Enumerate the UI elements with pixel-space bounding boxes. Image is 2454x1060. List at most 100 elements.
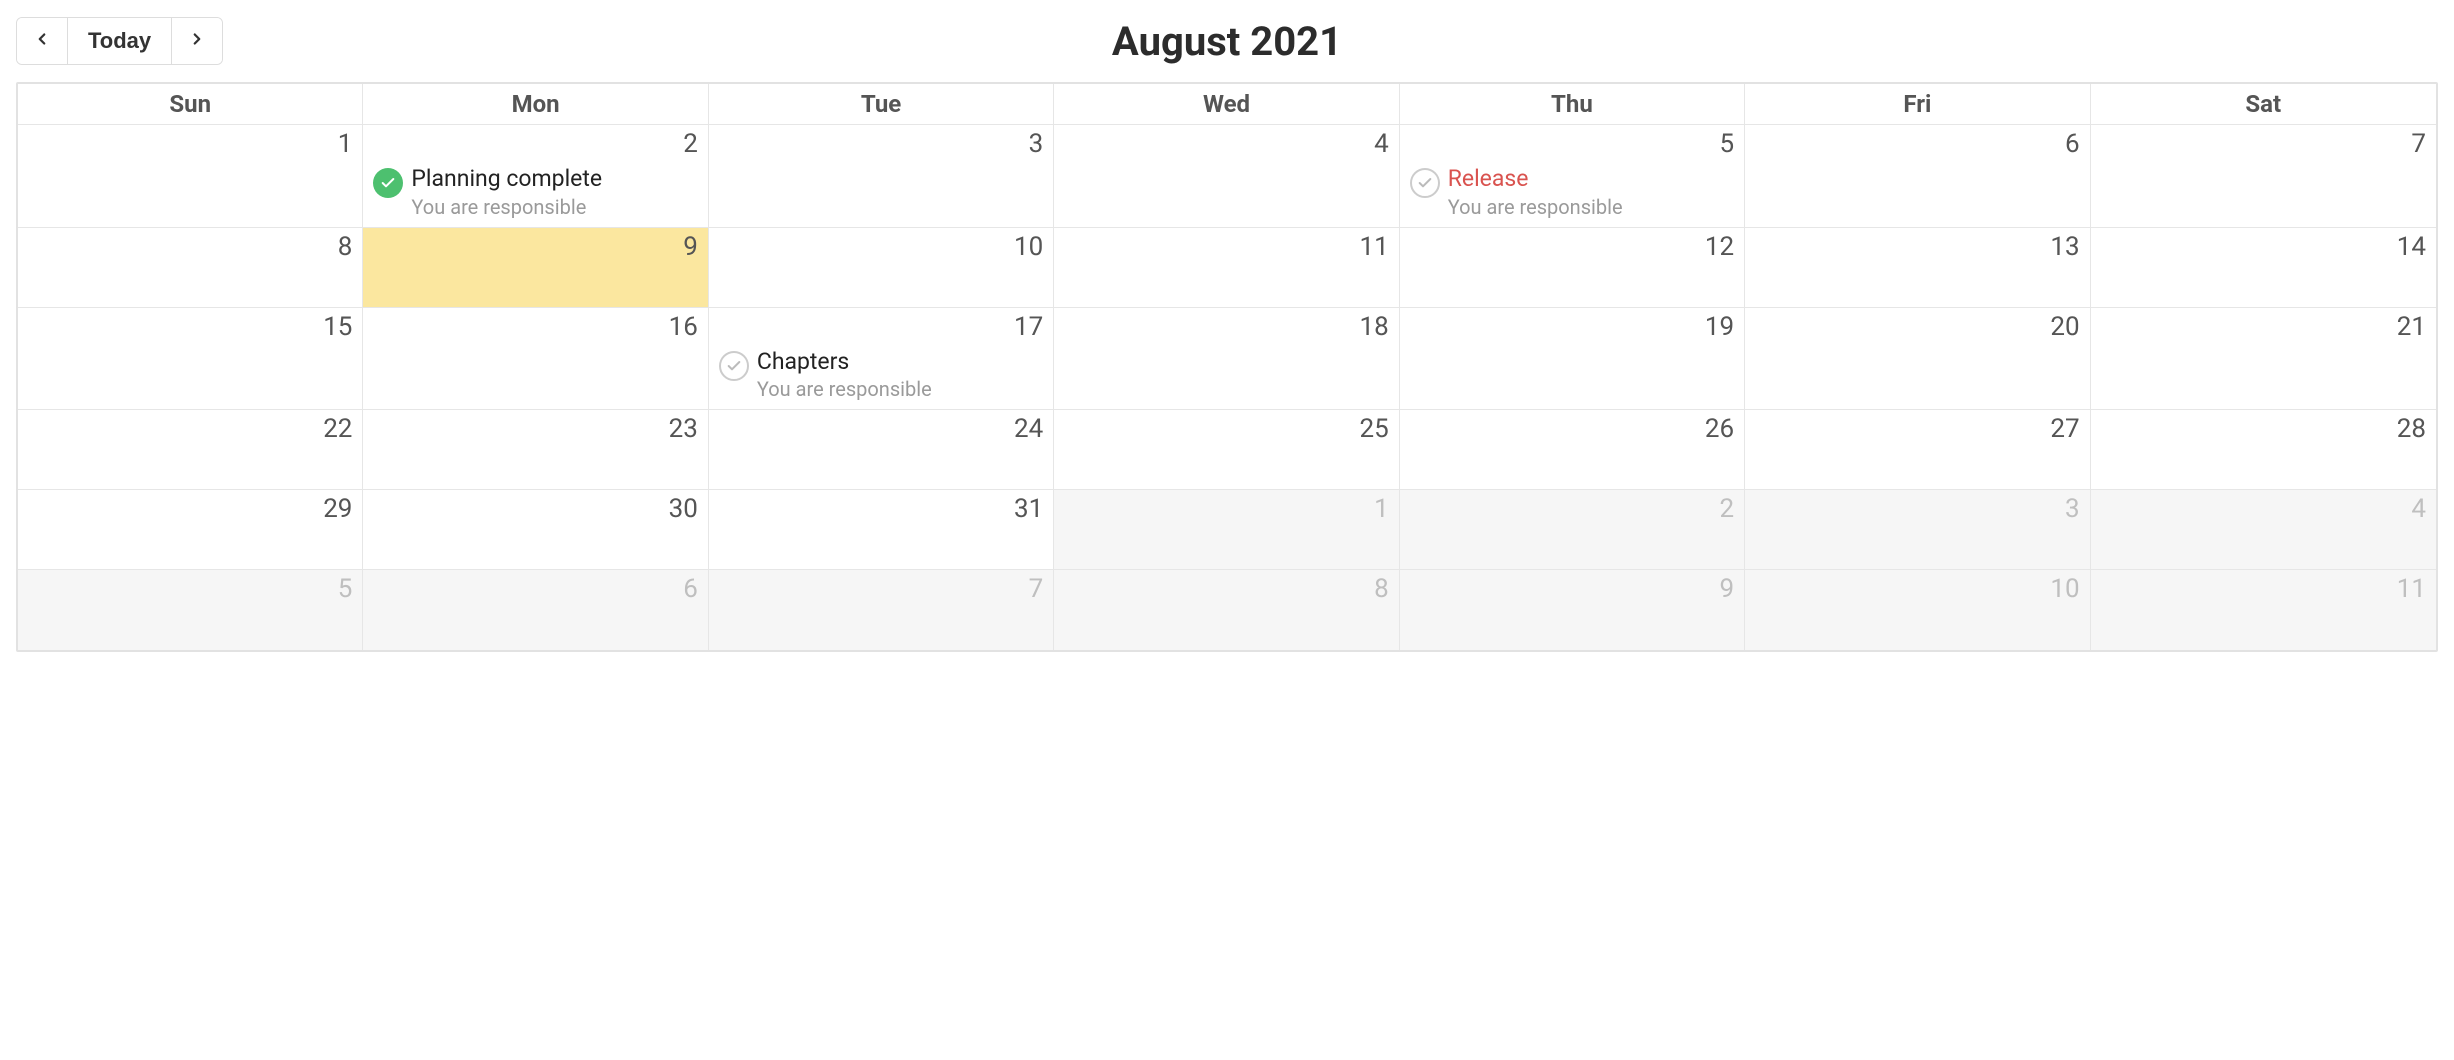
day-number: 21 <box>2101 312 2426 343</box>
prev-month-button[interactable] <box>17 18 67 64</box>
event-title: Chapters <box>757 349 932 375</box>
day-number: 25 <box>1064 414 1388 445</box>
calendar-event[interactable]: ChaptersYou are responsible <box>719 349 1043 401</box>
calendar-day[interactable]: 4 <box>2091 490 2436 570</box>
weekday-header: Thu <box>1400 84 1745 125</box>
day-number: 17 <box>719 312 1043 343</box>
calendar-week: 15 16 17 ChaptersYou are responsible 18 19 20 2… <box>18 308 2436 411</box>
calendar-day[interactable]: 5 ReleaseYou are responsible <box>1400 125 1745 228</box>
calendar-day[interactable]: 3 <box>709 125 1054 228</box>
calendar-day[interactable]: 2 <box>1400 490 1745 570</box>
day-number: 3 <box>1755 494 2079 525</box>
calendar-day[interactable]: 4 <box>1054 125 1399 228</box>
calendar-day[interactable]: 12 <box>1400 228 1745 308</box>
check-done-icon[interactable] <box>373 168 403 198</box>
weekday-header-row: SunMonTueWedThuFriSat <box>18 84 2436 125</box>
day-number: 1 <box>28 129 352 160</box>
calendar-day[interactable]: 6 <box>1745 125 2090 228</box>
check-open-icon[interactable] <box>1410 168 1440 198</box>
calendar-day[interactable]: 27 <box>1745 410 2090 490</box>
weekday-header: Sat <box>2091 84 2436 125</box>
day-number: 9 <box>1410 574 1734 605</box>
calendar-title: August 2021 <box>16 18 2438 65</box>
calendar-day[interactable]: 7 <box>2091 125 2436 228</box>
calendar-day[interactable]: 10 <box>1745 570 2090 650</box>
day-number: 4 <box>2101 494 2426 525</box>
event-title: Planning complete <box>411 166 602 192</box>
calendar-week: 12 Planning completeYou are responsible 34… <box>18 125 2436 228</box>
calendar-day[interactable]: 1 <box>18 125 363 228</box>
day-number: 7 <box>2101 129 2426 160</box>
day-number: 5 <box>28 574 352 605</box>
day-number: 1 <box>1064 494 1388 525</box>
calendar-day[interactable]: 6 <box>363 570 708 650</box>
calendar-event[interactable]: ReleaseYou are responsible <box>1410 166 1734 218</box>
calendar-weeks: 12Planning completeYou are responsible34… <box>18 125 2436 650</box>
calendar-day[interactable]: 17 ChaptersYou are responsible <box>709 308 1054 411</box>
calendar-day[interactable]: 11 <box>2091 570 2436 650</box>
calendar-day[interactable]: 22 <box>18 410 363 490</box>
calendar-day[interactable]: 15 <box>18 308 363 411</box>
day-number: 22 <box>28 414 352 445</box>
day-number: 7 <box>719 574 1043 605</box>
check-open-icon[interactable] <box>719 351 749 381</box>
calendar-day[interactable]: 21 <box>2091 308 2436 411</box>
event-body: ChaptersYou are responsible <box>757 349 932 401</box>
event-body: Planning completeYou are responsible <box>411 166 602 218</box>
today-button[interactable]: Today <box>67 18 172 64</box>
calendar-day[interactable]: 8 <box>1054 570 1399 650</box>
calendar-day[interactable]: 5 <box>18 570 363 650</box>
calendar-day[interactable]: 16 <box>363 308 708 411</box>
calendar-day[interactable]: 2 Planning completeYou are responsible <box>363 125 708 228</box>
calendar-day[interactable]: 18 <box>1054 308 1399 411</box>
calendar-day[interactable]: 8 <box>18 228 363 308</box>
day-number: 9 <box>373 232 697 263</box>
calendar-topbar: Today August 2021 <box>16 16 2438 66</box>
calendar-day[interactable]: 9 <box>1400 570 1745 650</box>
calendar-event[interactable]: Planning completeYou are responsible <box>373 166 697 218</box>
day-number: 2 <box>373 129 697 160</box>
calendar-day[interactable]: 29 <box>18 490 363 570</box>
day-number: 2 <box>1410 494 1734 525</box>
day-number: 18 <box>1064 312 1388 343</box>
calendar-day[interactable]: 31 <box>709 490 1054 570</box>
calendar-day[interactable]: 24 <box>709 410 1054 490</box>
calendar-day[interactable]: 3 <box>1745 490 2090 570</box>
day-number: 10 <box>1755 574 2079 605</box>
calendar-day[interactable]: 7 <box>709 570 1054 650</box>
day-number: 16 <box>373 312 697 343</box>
day-number: 29 <box>28 494 352 525</box>
calendar-day[interactable]: 9 <box>363 228 708 308</box>
next-month-button[interactable] <box>172 18 222 64</box>
calendar-day[interactable]: 11 <box>1054 228 1399 308</box>
day-number: 26 <box>1410 414 1734 445</box>
event-subtitle: You are responsible <box>757 377 932 401</box>
chevron-left-icon <box>33 28 51 54</box>
day-number: 6 <box>373 574 697 605</box>
calendar-day[interactable]: 25 <box>1054 410 1399 490</box>
day-number: 10 <box>719 232 1043 263</box>
day-number: 12 <box>1410 232 1734 263</box>
calendar-day[interactable]: 1 <box>1054 490 1399 570</box>
day-number: 8 <box>28 232 352 263</box>
day-number: 19 <box>1410 312 1734 343</box>
calendar-day[interactable]: 13 <box>1745 228 2090 308</box>
day-number: 13 <box>1755 232 2079 263</box>
calendar-week: 56789 10 11 <box>18 570 2436 650</box>
calendar-day[interactable]: 26 <box>1400 410 1745 490</box>
calendar-day[interactable]: 10 <box>709 228 1054 308</box>
calendar-day[interactable]: 30 <box>363 490 708 570</box>
calendar-day[interactable]: 23 <box>363 410 708 490</box>
day-number: 20 <box>1755 312 2079 343</box>
weekday-header: Mon <box>363 84 708 125</box>
calendar-day[interactable]: 14 <box>2091 228 2436 308</box>
day-number: 23 <box>373 414 697 445</box>
calendar-day[interactable]: 20 <box>1745 308 2090 411</box>
day-number: 24 <box>719 414 1043 445</box>
calendar-day[interactable]: 28 <box>2091 410 2436 490</box>
day-number: 11 <box>1064 232 1388 263</box>
day-number: 5 <box>1410 129 1734 160</box>
calendar-day[interactable]: 19 <box>1400 308 1745 411</box>
calendar-week: 22 23 24 25 26 2728 <box>18 410 2436 490</box>
calendar-week: 29 3031 1234 <box>18 490 2436 570</box>
